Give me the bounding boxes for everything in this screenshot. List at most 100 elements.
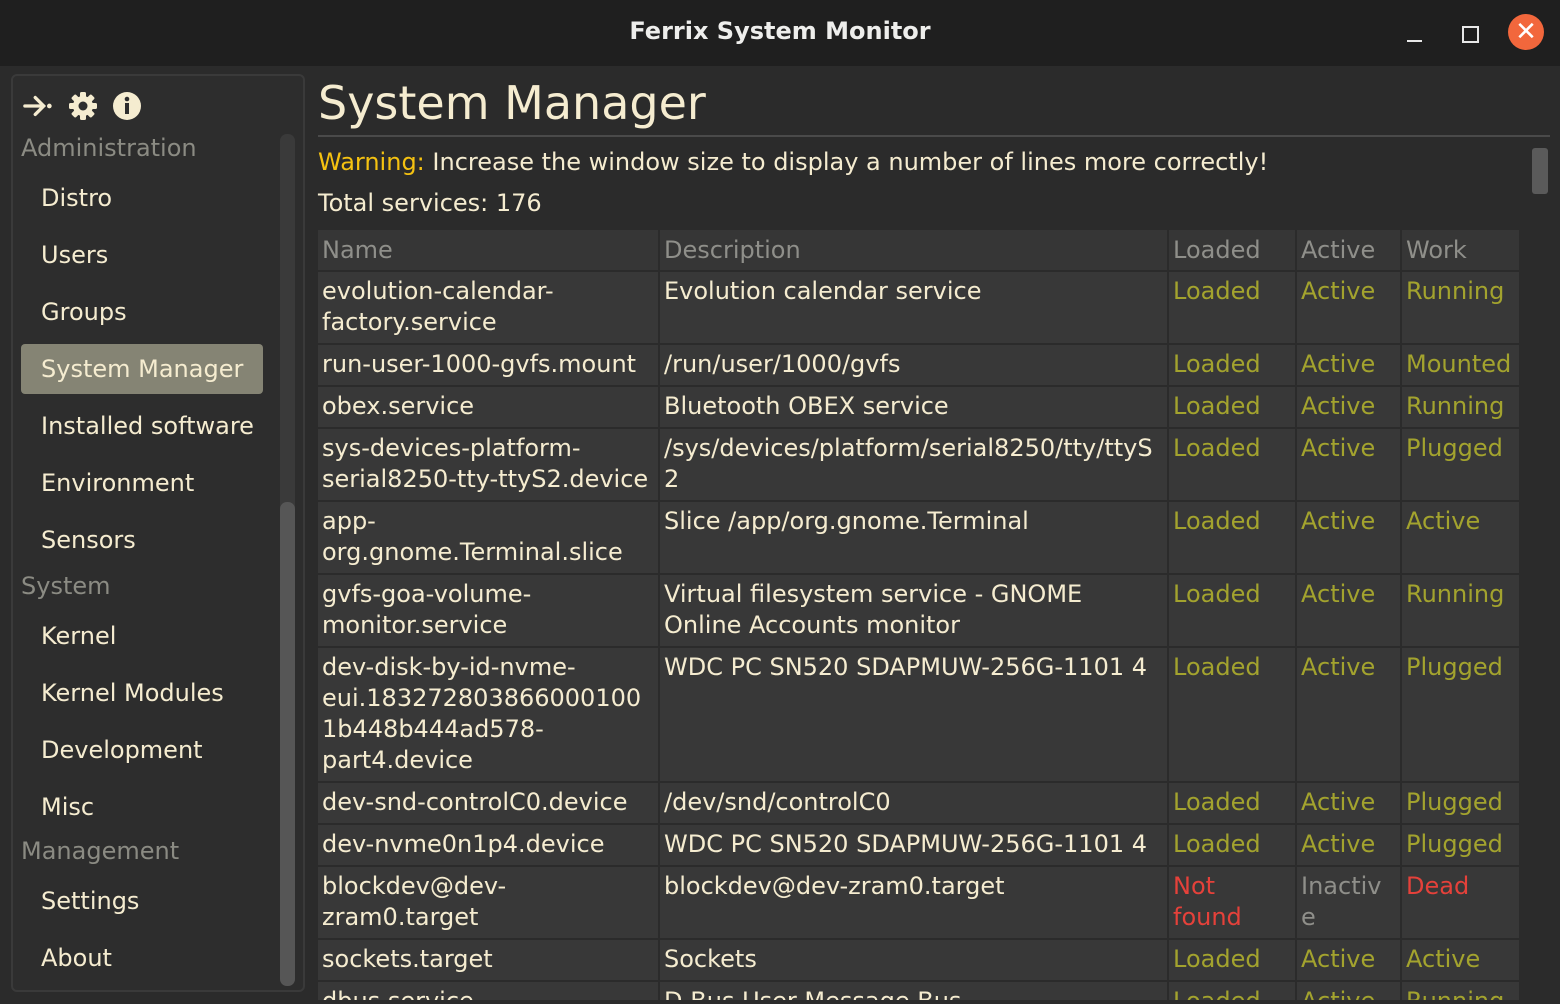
cell-work: Active bbox=[1401, 939, 1520, 982]
sidebar-scrollbar[interactable] bbox=[280, 134, 295, 986]
services-table-container: Name Description Loaded Active Work evol… bbox=[318, 230, 1520, 1000]
cell-active: Inactive bbox=[1296, 866, 1402, 940]
cell-loaded: Loaded bbox=[1168, 574, 1297, 648]
title-divider bbox=[318, 135, 1550, 137]
sidebar-item-installed-software[interactable]: Installed software bbox=[21, 401, 263, 451]
cell-description: D-Bus User Message Bus bbox=[659, 981, 1169, 1000]
cell-description: Virtual filesystem service - GNOME Onlin… bbox=[659, 574, 1169, 648]
column-header-work[interactable]: Work bbox=[1401, 230, 1520, 272]
sidebar-item-distro[interactable]: Distro bbox=[21, 173, 263, 223]
table-row[interactable]: dev-nvme0n1p4.device WDC PC SN520 SDAPMUW… bbox=[318, 824, 1520, 867]
table-row[interactable]: evolution-calendar-factory.service Evolut… bbox=[318, 271, 1520, 345]
sidebar-item-environment[interactable]: Environment bbox=[21, 458, 263, 508]
minimize-button[interactable] bbox=[1396, 16, 1432, 52]
info-icon[interactable] bbox=[111, 90, 143, 122]
cell-loaded: Loaded bbox=[1168, 271, 1297, 345]
cell-work: Plugged bbox=[1401, 428, 1520, 502]
cell-name: dev-nvme0n1p4.device bbox=[318, 824, 660, 867]
cell-loaded: Loaded bbox=[1168, 501, 1297, 575]
cell-description: Sockets bbox=[659, 939, 1169, 982]
sidebar-item-development[interactable]: Development bbox=[21, 725, 263, 775]
content-scrollbar-thumb[interactable] bbox=[1532, 148, 1548, 194]
titlebar[interactable]: Ferrix System Monitor ✕ bbox=[0, 0, 1560, 66]
table-row[interactable]: app-org.gnome.Terminal.slice Slice /app/o… bbox=[318, 501, 1520, 575]
cell-description: /run/user/1000/gvfs bbox=[659, 344, 1169, 387]
sidebar-item-settings[interactable]: Settings bbox=[21, 876, 263, 926]
gear-icon[interactable] bbox=[67, 90, 99, 122]
total-services: Total services: 176 bbox=[318, 189, 542, 217]
sidebar-scrollbar-thumb[interactable] bbox=[280, 502, 295, 986]
table-header-row: Name Description Loaded Active Work bbox=[318, 230, 1520, 272]
cell-description: WDC PC SN520 SDAPMUW-256G-1101 4 bbox=[659, 824, 1169, 867]
cell-active: Active bbox=[1296, 981, 1402, 1000]
sidebar-item-about[interactable]: About bbox=[21, 933, 263, 983]
page-title: System Manager bbox=[318, 76, 706, 130]
cell-work: Mounted bbox=[1401, 344, 1520, 387]
cell-work: Plugged bbox=[1401, 824, 1520, 867]
cell-name: blockdev@dev-zram0.target bbox=[318, 866, 660, 940]
sidebar-item-groups[interactable]: Groups bbox=[21, 287, 263, 337]
cell-description: Bluetooth OBEX service bbox=[659, 386, 1169, 429]
column-header-name[interactable]: Name bbox=[318, 230, 660, 272]
cell-loaded: Loaded bbox=[1168, 939, 1297, 982]
warning-label: Warning: bbox=[318, 148, 425, 176]
cell-loaded: Not found bbox=[1168, 866, 1297, 940]
sidebar-item-system-manager[interactable]: System Manager bbox=[21, 344, 263, 394]
table-row[interactable]: run-user-1000-gvfs.mount/run/user/1000/g… bbox=[318, 344, 1520, 387]
cell-description: /sys/devices/platform/serial8250/tty/tty… bbox=[659, 428, 1169, 502]
table-row[interactable]: blockdev@dev-zram0.target blockdev@dev-zr… bbox=[318, 866, 1520, 940]
group-heading-system: System bbox=[21, 572, 111, 600]
cell-active: Active bbox=[1296, 647, 1402, 783]
main-content: System Manager Warning: Increase the win… bbox=[318, 70, 1550, 1000]
cell-name: sys-devices-platform-serial8250-tty-ttyS… bbox=[318, 428, 660, 502]
table-row[interactable]: gvfs-goa-volume-monitor.service Virtual f… bbox=[318, 574, 1520, 648]
cell-loaded: Loaded bbox=[1168, 981, 1297, 1000]
cell-description: Slice /app/org.gnome.Terminal bbox=[659, 501, 1169, 575]
cell-active: Active bbox=[1296, 344, 1402, 387]
group-heading-management: Management bbox=[21, 837, 180, 865]
services-table: Name Description Loaded Active Work evol… bbox=[318, 230, 1520, 1000]
cell-work: Running bbox=[1401, 574, 1520, 648]
app-window: Ferrix System Monitor ✕ Administration D… bbox=[0, 0, 1560, 1004]
maximize-button[interactable] bbox=[1452, 16, 1488, 52]
cell-work: Running bbox=[1401, 981, 1520, 1000]
cell-active: Active bbox=[1296, 501, 1402, 575]
cell-loaded: Loaded bbox=[1168, 647, 1297, 783]
column-header-active[interactable]: Active bbox=[1296, 230, 1402, 272]
table-row[interactable]: dev-snd-controlC0.device/dev/snd/control… bbox=[318, 782, 1520, 825]
cell-name: sockets.target bbox=[318, 939, 660, 982]
cell-name: run-user-1000-gvfs.mount bbox=[318, 344, 660, 387]
close-button[interactable]: ✕ bbox=[1508, 14, 1544, 50]
cell-name: evolution-calendar-factory.service bbox=[318, 271, 660, 345]
collapse-sidebar-icon[interactable] bbox=[23, 90, 55, 122]
cell-work: Running bbox=[1401, 386, 1520, 429]
table-row[interactable]: dev-disk-by-id-nvme-eui.1832728038660001… bbox=[318, 647, 1520, 783]
sidebar: Administration Distro Users Groups Syste… bbox=[11, 74, 305, 992]
cell-name: dev-disk-by-id-nvme-eui.1832728038660001… bbox=[318, 647, 660, 783]
content-scrollbar[interactable] bbox=[1530, 146, 1550, 1000]
cell-active: Active bbox=[1296, 824, 1402, 867]
warning-message: Warning: Increase the window size to dis… bbox=[318, 148, 1268, 176]
table-row[interactable]: sockets.target Sockets Loaded Active Active bbox=[318, 939, 1520, 982]
table-row[interactable]: dbus.serviceD-Bus User Message BusLoaded… bbox=[318, 981, 1520, 1000]
cell-name: obex.service bbox=[318, 386, 660, 429]
sidebar-item-kernel-modules[interactable]: Kernel Modules bbox=[21, 668, 263, 718]
table-row[interactable]: obex.service Bluetooth OBEX service Loaded… bbox=[318, 386, 1520, 429]
column-header-description[interactable]: Description bbox=[659, 230, 1169, 272]
cell-name: gvfs-goa-volume-monitor.service bbox=[318, 574, 660, 648]
sidebar-item-misc[interactable]: Misc bbox=[21, 782, 263, 832]
sidebar-item-users[interactable]: Users bbox=[21, 230, 263, 280]
cell-loaded: Loaded bbox=[1168, 824, 1297, 867]
cell-work: Running bbox=[1401, 271, 1520, 345]
cell-description: /dev/snd/controlC0 bbox=[659, 782, 1169, 825]
sidebar-item-kernel[interactable]: Kernel bbox=[21, 611, 263, 661]
cell-active: Active bbox=[1296, 782, 1402, 825]
table-row[interactable]: sys-devices-platform-serial8250-tty-ttyS… bbox=[318, 428, 1520, 502]
sidebar-item-sensors[interactable]: Sensors bbox=[21, 515, 263, 565]
cell-name: dev-snd-controlC0.device bbox=[318, 782, 660, 825]
column-header-loaded[interactable]: Loaded bbox=[1168, 230, 1297, 272]
cell-name: dbus.service bbox=[318, 981, 660, 1000]
cell-work: Dead bbox=[1401, 866, 1520, 940]
cell-name: app-org.gnome.Terminal.slice bbox=[318, 501, 660, 575]
cell-description: WDC PC SN520 SDAPMUW-256G-1101 4 bbox=[659, 647, 1169, 783]
